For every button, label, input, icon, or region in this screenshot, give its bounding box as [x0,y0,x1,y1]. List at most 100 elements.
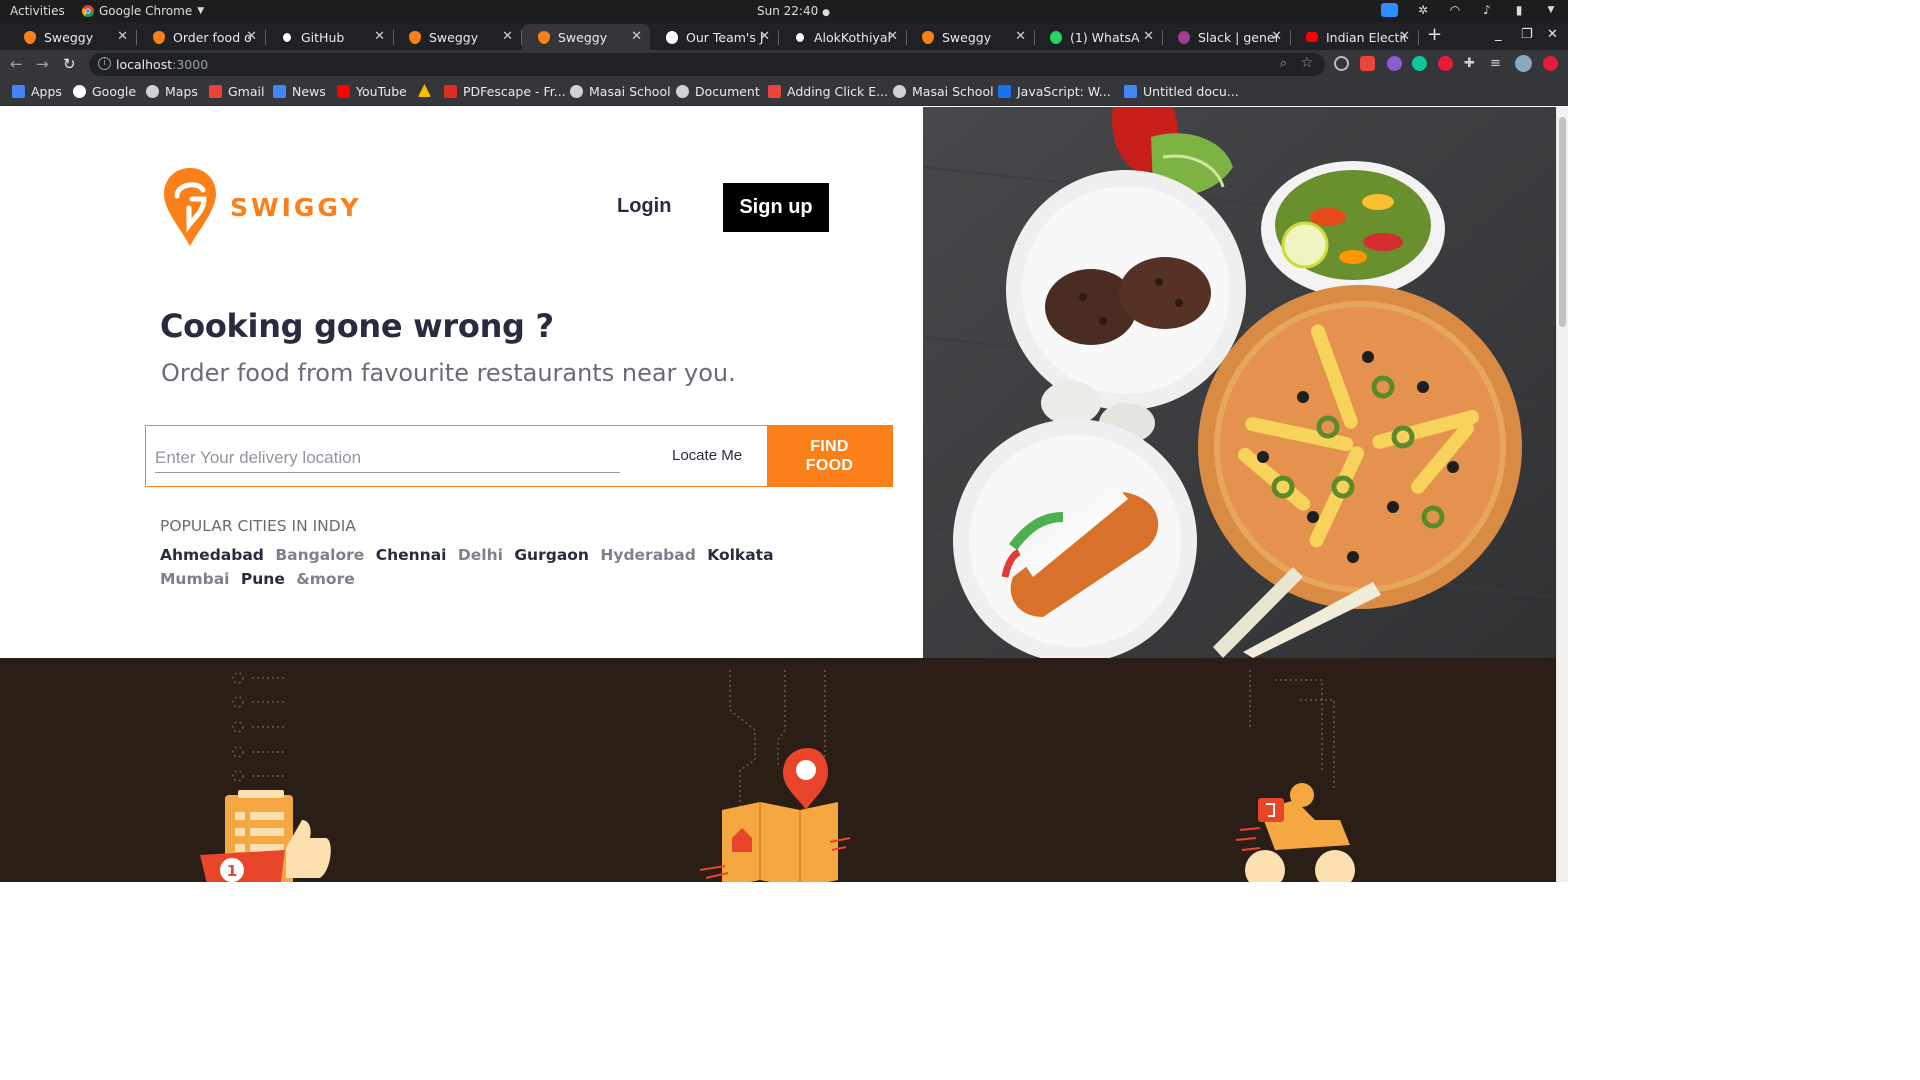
avatar[interactable] [1515,55,1532,72]
locate-me-button[interactable]: Locate Me [672,447,742,464]
city-link[interactable]: Hyderabad [600,546,695,564]
zoom-icon[interactable] [1381,3,1398,17]
bookmark-label: Untitled docu... [1143,84,1239,99]
clock[interactable]: Sun 22:40 ● [757,4,830,18]
find-food-button[interactable]: FIND FOOD [767,426,892,486]
tab-11[interactable]: Indian Electio ✕ [1290,24,1419,50]
extensions-puzzle-icon[interactable]: ✚ [1464,56,1475,71]
bookmark-label: Adding Click E... [787,84,889,99]
close-tab-icon[interactable]: ✕ [502,29,513,44]
volume-icon: ♪ [1483,3,1491,17]
location-input[interactable] [155,443,620,473]
media-icon[interactable]: ≡ [1490,56,1501,71]
tab-2[interactable]: Order food o ✕ [137,24,266,50]
bookmark-item[interactable]: Gmail [209,84,264,99]
tab-title: Sweggy [942,29,992,45]
bookmark-item[interactable]: Masai School [893,84,994,99]
close-tab-icon[interactable]: ✕ [631,29,642,44]
tab-9[interactable]: (1) WhatsA ✕ [1034,24,1163,50]
url-text[interactable]: localhost:3000 [116,57,208,72]
extension-icon[interactable] [1387,56,1402,71]
city-link[interactable]: Chennai [376,546,447,564]
globe-icon [570,85,583,98]
bookmark-item[interactable] [418,84,431,97]
tab-1[interactable]: Sweggy ✕ [8,24,137,50]
close-window-button[interactable]: ✕ [1547,27,1558,42]
tab-title: Sweggy [429,29,479,45]
bookmark-item[interactable]: YouTube [337,84,407,99]
page-scrollbar[interactable] [1556,107,1568,882]
extension-icon[interactable] [1334,56,1349,71]
activities-button[interactable]: Activities [10,4,65,18]
maximize-button[interactable]: ❐ [1521,27,1533,42]
bookmark-label: Apps [31,84,62,99]
close-tab-icon[interactable]: ✕ [887,29,898,44]
forward-button[interactable]: → [36,55,49,73]
minimize-button[interactable]: _ [1495,27,1502,42]
address-bar[interactable]: i localhost:3000 ⌕ ☆ [89,53,1325,76]
city-link[interactable]: Bangalore [275,546,364,564]
signup-button[interactable]: Sign up [723,183,829,232]
bookmark-item[interactable]: Untitled docu... [1124,84,1239,99]
bookmark-label: Google [92,84,137,99]
tab-6[interactable]: Our Team's J ✕ [650,24,779,50]
extension-icon[interactable] [1543,56,1558,71]
login-button[interactable]: Login [617,195,671,218]
close-tab-icon[interactable]: ✕ [1015,29,1026,44]
close-tab-icon[interactable]: ✕ [1143,29,1154,44]
bookmark-item[interactable]: Apps [12,84,62,99]
bookmark-item[interactable]: News [273,84,326,99]
tab-title: Our Team's J [686,29,764,45]
chevron-down-icon: ▼ [197,6,205,16]
delivery-location-illustration [700,670,851,882]
tab-10[interactable]: Slack | genera✕ [1162,24,1291,50]
extension-icon[interactable] [1438,56,1453,71]
close-tab-icon[interactable]: ✕ [117,29,128,44]
close-tab-icon[interactable]: ✕ [246,29,257,44]
city-link[interactable]: Gurgaon [514,546,589,564]
bookmark-star-icon[interactable]: ☆ [1300,55,1313,71]
system-tray[interactable]: ✲ ◠ ♪ ▮ ▼ [1381,3,1558,17]
cookie-plate [1006,170,1246,410]
zoom-magnifier-icon[interactable]: ⌕ [1280,56,1287,71]
tab-8[interactable]: Sweggy ✕ [906,24,1035,50]
city-link[interactable]: &more [296,570,354,588]
bookmark-item[interactable]: Maps [146,84,198,99]
back-button[interactable]: ← [10,55,23,73]
city-link[interactable]: Delhi [458,546,503,564]
tab-5[interactable]: Sweggy ✕ [522,24,650,50]
close-tab-icon[interactable]: ✕ [759,29,770,44]
bookmark-item[interactable]: Adding Click E... [768,84,888,99]
tab-4[interactable]: Sweggy ✕ [393,24,522,50]
bookmark-item[interactable]: PDFescape - Fr... [444,84,566,99]
battery-icon: ▮ [1515,3,1523,17]
scrollbar-thumb[interactable] [1559,117,1566,327]
docs-icon [1124,85,1137,98]
new-tab-button[interactable]: + [1427,24,1442,45]
city-link[interactable]: Pune [241,570,285,588]
info-icon[interactable]: i [98,57,111,70]
bookmark-item[interactable]: Google [73,84,136,99]
chevron-down-icon[interactable]: ▼ [1544,3,1558,17]
grammarly-icon[interactable] [1412,56,1427,71]
tab-3[interactable]: GitHub ✕ [265,24,394,50]
close-tab-icon[interactable]: ✕ [1271,29,1282,44]
app-menu[interactable]: Google Chrome ▼ [82,4,204,18]
tab-7[interactable]: AlokKothiyal ✕ [778,24,907,50]
tab-separator [1418,30,1419,45]
bookmark-item[interactable]: Masai School [570,84,671,99]
city-link[interactable]: Kolkata [707,546,773,564]
how-it-works-band: 1 [0,658,1556,882]
close-tab-icon[interactable]: ✕ [1399,29,1410,44]
slack-tray-icon[interactable]: ✲ [1416,3,1430,17]
js-icon [998,85,1011,98]
brand-logo[interactable]: SWIGGY [164,168,361,246]
bookmarks-bar: Apps Google Maps Gmail News YouTube PDFescape … [0,79,1568,106]
bookmark-item[interactable]: JavaScript: W... [998,84,1111,99]
bookmark-item[interactable]: Document [676,84,760,99]
reload-button[interactable]: ↻ [63,55,76,73]
close-tab-icon[interactable]: ✕ [374,29,385,44]
city-link[interactable]: Ahmedabad [160,546,264,564]
extension-icon[interactable] [1360,56,1375,71]
city-link[interactable]: Mumbai [160,570,229,588]
